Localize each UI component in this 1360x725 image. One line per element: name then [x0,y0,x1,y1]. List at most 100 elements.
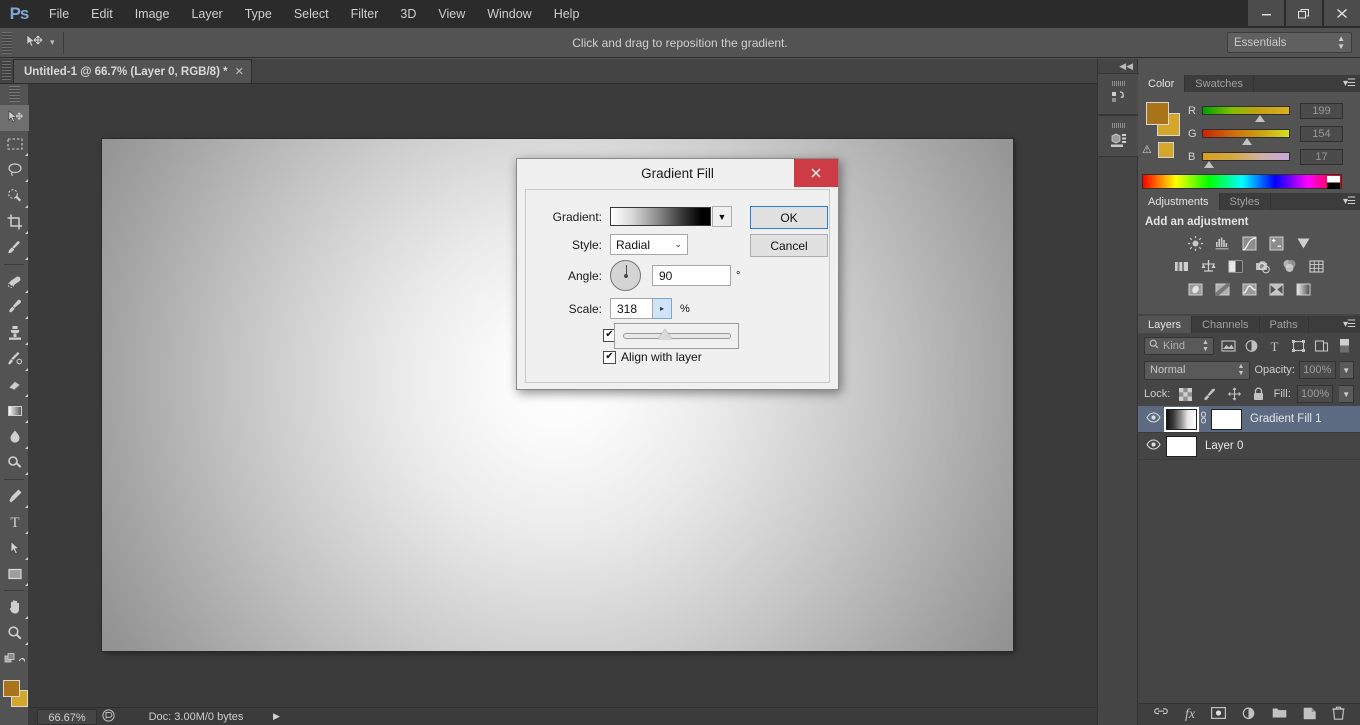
smart-object-filter-icon[interactable] [1312,337,1330,355]
properties-panel-button[interactable] [1098,115,1139,157]
pixel-layer-filter-icon[interactable] [1219,337,1237,355]
horizontal-type-tool[interactable]: T [0,509,29,535]
tab-channels[interactable]: Channels [1192,316,1259,333]
crop-tool[interactable] [0,209,29,235]
status-menu-arrow-icon[interactable]: ▶ [273,711,280,722]
tab-adjustments[interactable]: Adjustments [1138,193,1220,210]
menu-file[interactable]: File [38,0,80,28]
move-tool-icon[interactable] [18,31,48,55]
gradient-map-icon[interactable] [1294,280,1312,298]
foreground-color-swatch[interactable] [1146,102,1169,125]
green-channel-slider[interactable] [1202,129,1290,138]
gamut-replacement-swatch[interactable] [1158,142,1174,158]
clone-stamp-tool[interactable] [0,320,29,346]
menu-3d[interactable]: 3D [389,0,427,28]
menu-window[interactable]: Window [476,0,542,28]
tool-preset-caret-icon[interactable]: ▾ [50,37,55,48]
lock-image-pixels-icon[interactable] [1201,385,1219,403]
link-mask-icon[interactable] [1197,411,1209,427]
layer-mask-thumbnail[interactable] [1211,409,1242,430]
out-of-gamut-warning-icon[interactable]: ⚠ [1142,143,1156,157]
layer-name[interactable]: Gradient Fill 1 [1250,413,1322,425]
exposure-icon[interactable] [1267,234,1285,252]
menu-edit[interactable]: Edit [80,0,124,28]
blur-tool[interactable] [0,424,29,450]
path-selection-tool[interactable] [0,535,29,561]
tab-paths[interactable]: Paths [1260,316,1309,333]
scale-input[interactable]: 318 [610,298,653,319]
link-layers-icon[interactable] [1153,708,1169,722]
menu-layer[interactable]: Layer [180,0,233,28]
document-tab[interactable]: Untitled-1 @ 66.7% (Layer 0, RGB/8) * ✕ [13,59,252,83]
color-lookup-icon[interactable] [1308,257,1326,275]
type-layer-filter-icon[interactable]: T [1266,337,1284,355]
tab-color[interactable]: Color [1138,75,1185,92]
restore-button[interactable] [1286,0,1322,26]
green-channel-value[interactable]: 154 [1300,126,1343,142]
zoom-tool[interactable] [0,620,29,646]
fill-dropdown-icon[interactable]: ▼ [1339,385,1354,403]
slider-thumb[interactable] [1204,161,1214,168]
tab-layers[interactable]: Layers [1138,316,1192,333]
options-bar-grip[interactable] [2,32,12,54]
photo-filter-icon[interactable] [1254,257,1272,275]
brush-tool[interactable] [0,294,29,320]
angle-dial[interactable] [610,260,641,291]
close-icon[interactable]: ✕ [235,65,244,78]
gradient-preview-swatch[interactable] [610,207,711,226]
spot-healing-brush-tool[interactable] [0,268,29,294]
workspace-switcher[interactable]: Essentials ▲▼ [1227,32,1352,53]
layer-name[interactable]: Layer 0 [1205,440,1243,452]
layer-row-gradient-fill-1[interactable]: Gradient Fill 1 [1138,406,1360,433]
channel-mixer-icon[interactable] [1281,257,1299,275]
blue-channel-value[interactable]: 17 [1300,149,1343,165]
close-button[interactable] [1324,0,1360,26]
hand-tool[interactable] [0,594,29,620]
fill-value[interactable]: 100% [1297,385,1334,403]
menu-view[interactable]: View [427,0,476,28]
minimize-button[interactable] [1248,0,1284,26]
levels-icon[interactable] [1213,234,1231,252]
panel-menu-icon[interactable]: ▾☰ [1343,196,1355,207]
lock-transparent-pixels-icon[interactable] [1176,385,1194,403]
white-black-swatch[interactable] [1327,176,1340,189]
angle-input[interactable]: 90 [652,265,731,286]
delete-layer-icon[interactable] [1332,706,1345,723]
menu-filter[interactable]: Filter [340,0,390,28]
new-group-icon[interactable] [1272,707,1287,722]
blend-mode-select[interactable]: Normal ▲▼ [1144,361,1250,380]
eye-icon[interactable] [1142,412,1164,426]
layer-thumbnail[interactable] [1166,436,1197,457]
tab-bar-grip[interactable] [2,61,11,81]
history-brush-tool[interactable] [0,346,29,372]
pen-tool[interactable] [0,483,29,509]
rectangle-tool[interactable] [0,561,29,587]
layer-row-layer-0[interactable]: Layer 0 [1138,433,1360,460]
add-mask-icon[interactable] [1211,707,1226,722]
red-channel-slider[interactable] [1202,106,1290,115]
color-balance-icon[interactable] [1200,257,1218,275]
gradient-tool[interactable] [0,398,29,424]
layer-filter-kind-select[interactable]: Kind ▲▼ [1144,337,1214,355]
document-info-icon[interactable] [97,709,119,725]
new-adjustment-layer-icon[interactable] [1242,707,1256,723]
tab-swatches[interactable]: Swatches [1185,75,1254,92]
quick-selection-tool[interactable] [0,183,29,209]
align-with-layer-checkbox[interactable]: ✔ [603,351,616,364]
menu-image[interactable]: Image [124,0,181,28]
hue-saturation-icon[interactable] [1173,257,1191,275]
tab-styles[interactable]: Styles [1220,193,1271,210]
lock-all-icon[interactable] [1249,385,1267,403]
panel-menu-icon[interactable]: ▾☰ [1343,319,1355,330]
color-swatches[interactable] [0,678,29,712]
adjustment-layer-filter-icon[interactable] [1242,337,1260,355]
brightness-contrast-icon[interactable] [1186,234,1204,252]
move-tool[interactable] [0,105,29,131]
menu-type[interactable]: Type [234,0,283,28]
color-panel-swatches[interactable] [1146,102,1180,136]
slider-thumb[interactable] [1255,115,1265,122]
align-with-layer-row[interactable]: ✔ Align with layer [603,350,702,364]
rectangular-marquee-tool[interactable] [0,131,29,157]
vibrance-icon[interactable] [1294,234,1312,252]
scale-stepper-button[interactable]: ▸ [653,298,672,319]
